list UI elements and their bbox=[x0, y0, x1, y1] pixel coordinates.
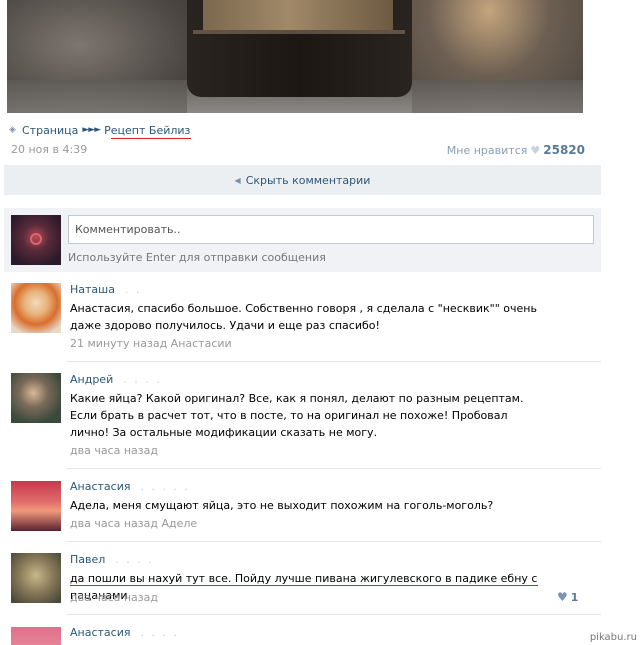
comment-meta[interactable]: два часа назад bbox=[70, 444, 158, 457]
breadcrumb-arrows: ►►► bbox=[82, 125, 101, 135]
comment-item: Анастасия. . . . . Адела, меня смущают я… bbox=[4, 480, 601, 540]
hide-comments-label: Скрыть комментарии bbox=[245, 173, 371, 187]
avatar[interactable] bbox=[11, 373, 61, 423]
comment-composer: Комментировать.. Используйте Enter для о… bbox=[4, 208, 601, 272]
divider bbox=[66, 614, 601, 615]
post-date[interactable]: 20 ноя в 4:39 bbox=[11, 143, 87, 156]
breadcrumb-page-link[interactable]: Страница bbox=[22, 124, 78, 137]
comment-item: Андрей. . . . Какие яйца? Какой оригинал… bbox=[4, 373, 601, 463]
divider bbox=[66, 541, 601, 542]
comment-author[interactable]: Анастасия bbox=[70, 480, 130, 493]
comment-text: Адела, меня смущают яйца, это не выходит… bbox=[70, 499, 494, 512]
like-button[interactable]: Мне нравится ♥ 25820 bbox=[447, 143, 585, 157]
comment-author[interactable]: Анастасия bbox=[70, 626, 130, 639]
comment-like-button[interactable]: ♥ 1 bbox=[557, 590, 578, 604]
avatar[interactable] bbox=[11, 481, 61, 531]
comment-text: Анастасия, спасибо большое. Собственно г… bbox=[70, 302, 537, 332]
hide-comments-button[interactable]: ◀ Скрыть комментарии bbox=[4, 165, 601, 195]
comment-author[interactable]: Наташа bbox=[70, 283, 115, 296]
comment-author[interactable]: Андрей bbox=[70, 373, 113, 386]
red-underline-annotation bbox=[111, 138, 191, 139]
red-underline-annotation bbox=[70, 585, 538, 586]
avatar[interactable] bbox=[11, 553, 61, 603]
like-label: Мне нравится bbox=[446, 143, 528, 157]
heart-icon: ♥ bbox=[557, 590, 568, 604]
watermark: pikabu.ru bbox=[589, 632, 637, 643]
comment-like-count: 1 bbox=[570, 590, 579, 604]
comment-author[interactable]: Павел bbox=[70, 553, 105, 566]
comment-meta[interactable]: два часа назад Аделе bbox=[70, 517, 197, 530]
chevron-left-icon: ◀ bbox=[234, 175, 241, 185]
comment-meta[interactable]: два часа назад bbox=[70, 591, 158, 604]
comment-meta[interactable]: 21 минуту назад Анастасии bbox=[70, 337, 232, 350]
page-icon: ◈ bbox=[9, 124, 16, 135]
avatar[interactable] bbox=[11, 215, 61, 265]
comment-text: Какие яйца? Какой оригинал? Все, как я п… bbox=[70, 392, 524, 439]
breadcrumb-post-link[interactable]: Рецепт Бейлиз bbox=[104, 124, 190, 137]
comment-item: Павел. . . . да пошли вы нахуй тут все. … bbox=[4, 553, 601, 613]
like-count: 25820 bbox=[543, 143, 585, 157]
divider bbox=[66, 468, 601, 469]
breadcrumb: ◈ Страница ►►► Рецепт Бейлиз bbox=[9, 123, 190, 137]
avatar[interactable] bbox=[11, 283, 61, 333]
comment-input[interactable]: Комментировать.. bbox=[68, 215, 594, 244]
composer-hint: Используйте Enter для отправки сообщения bbox=[68, 251, 326, 264]
comment-item: Наташа. . Анастасия, спасибо большое. Со… bbox=[4, 283, 601, 353]
avatar[interactable] bbox=[11, 627, 61, 645]
post-photo bbox=[7, 0, 583, 113]
divider bbox=[66, 361, 601, 362]
comment-item: Анастасия. . . . bbox=[4, 626, 601, 645]
heart-icon: ♥ bbox=[530, 143, 541, 157]
